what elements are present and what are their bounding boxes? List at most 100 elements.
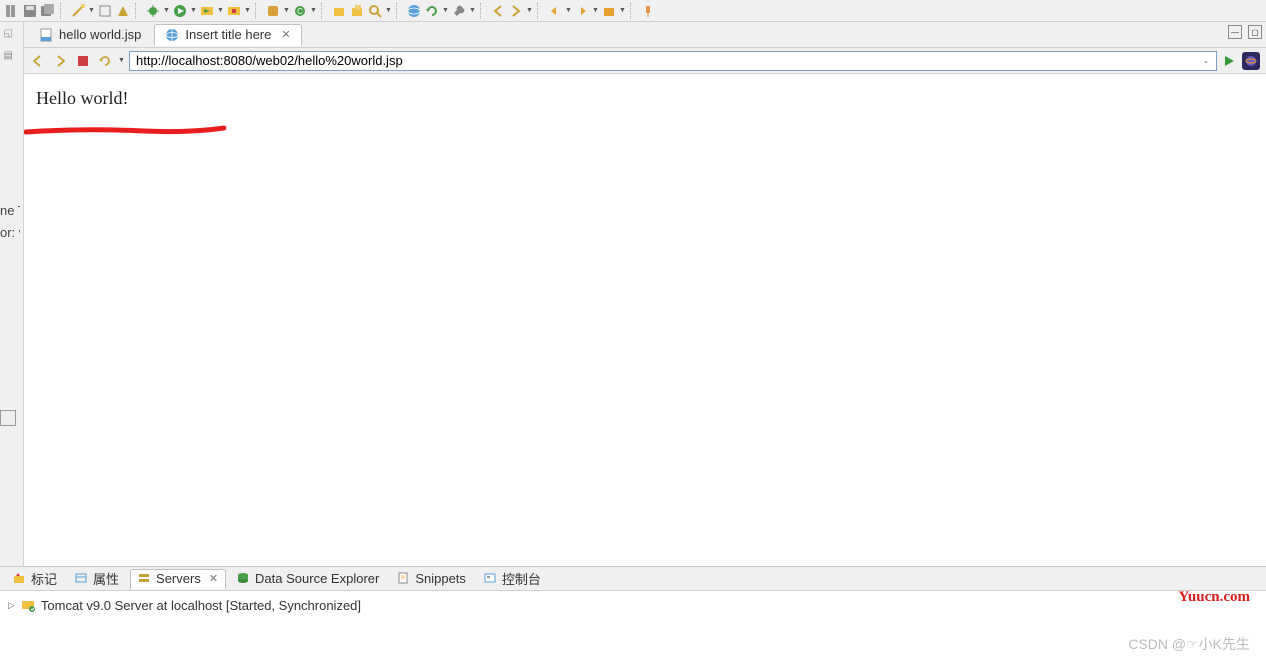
separator (60, 3, 66, 19)
expand-icon[interactable]: ▷ (8, 600, 15, 611)
dropdown-arrow[interactable]: ▼ (163, 7, 170, 14)
tabs-right-controls: — ▢ (1228, 25, 1262, 39)
dropdown-arrow[interactable]: ▼ (244, 7, 251, 14)
tab-jsp-file[interactable]: hello world.jsp (28, 24, 152, 46)
console-icon (484, 572, 498, 586)
separator (537, 3, 543, 19)
browser-toolbar: ▼ ⌄ (24, 48, 1266, 74)
workspace: ◱ ▤ hello world.jsp Insert title here ✕ … (0, 22, 1266, 566)
tab-browser[interactable]: Insert title here ✕ (154, 24, 301, 46)
server-row-text[interactable]: Tomcat v9.0 Server at localhost [Started… (41, 598, 361, 613)
forward-icon[interactable] (574, 3, 590, 19)
new-class-icon[interactable]: C (292, 3, 308, 19)
clipped-panel-text: ne T or: v (0, 200, 20, 244)
jsp-file-icon (39, 28, 53, 42)
back-icon[interactable] (547, 3, 563, 19)
wand-icon[interactable] (70, 3, 86, 19)
restore-icon[interactable]: ◱ (4, 28, 20, 44)
sync-icon[interactable] (424, 3, 440, 19)
dropdown-arrow[interactable]: ▼ (88, 7, 95, 14)
dropdown-arrow[interactable]: ▼ (385, 7, 392, 14)
bottom-tabs: 标记 属性 Servers ✕ Data Source Explorer Sni… (0, 567, 1266, 591)
tab-properties[interactable]: 属性 (68, 569, 126, 589)
bottom-panel: 标记 属性 Servers ✕ Data Source Explorer Sni… (0, 566, 1266, 619)
separator (321, 3, 327, 19)
wrench-icon[interactable] (451, 3, 467, 19)
refresh-button[interactable] (96, 52, 114, 70)
servers-icon (138, 572, 152, 586)
markers-icon (13, 572, 27, 586)
dropdown-arrow[interactable]: ▼ (283, 7, 290, 14)
outline-icon[interactable]: ▤ (4, 50, 20, 66)
nav-next-icon[interactable] (508, 3, 524, 19)
save-all-icon[interactable] (40, 3, 56, 19)
dropdown-arrow[interactable]: ▼ (190, 7, 197, 14)
dropdown-arrow[interactable]: ▼ (619, 7, 626, 14)
servers-view-body: ▷ Tomcat v9.0 Server at localhost [Start… (0, 591, 1266, 619)
url-field[interactable] (129, 51, 1217, 71)
main-toolbar: ▼ ▼ ▼ ▼ ▼ ▼ C ▼ ▼ ▼ ▼ ▼ ▼ ▼ ▼ (0, 0, 1266, 22)
pin-icon[interactable] (640, 3, 656, 19)
tab-label: Insert title here (185, 27, 271, 42)
open-type-icon[interactable] (349, 3, 365, 19)
tomcat-server-icon (21, 598, 35, 612)
dropdown-arrow[interactable]: ▼ (310, 7, 317, 14)
database-icon (237, 572, 251, 586)
go-button[interactable] (1220, 52, 1238, 70)
toolbar-icon[interactable] (4, 3, 20, 19)
dropdown-arrow[interactable]: ▼ (526, 7, 533, 14)
new-package-icon[interactable] (265, 3, 281, 19)
tab-console[interactable]: 控制台 (477, 569, 548, 589)
dropdown-arrow[interactable]: ▼ (442, 7, 449, 14)
dropdown-arrow[interactable]: ▼ (118, 57, 125, 64)
close-icon[interactable]: ✕ (209, 572, 218, 585)
watermark-csdn: CSDN @☞小K先生 (1128, 634, 1250, 654)
dropdown-arrow[interactable]: ▼ (217, 7, 224, 14)
dropdown-arrow[interactable]: ▼ (565, 7, 572, 14)
dropdown-arrow[interactable]: ▼ (592, 7, 599, 14)
toolbar-icon[interactable] (115, 3, 131, 19)
nav-prev-icon[interactable] (490, 3, 506, 19)
dropdown-arrow[interactable]: ▼ (469, 7, 476, 14)
snippets-icon (397, 572, 411, 586)
run-server-icon[interactable] (199, 3, 215, 19)
browser-content: Hello world! (24, 74, 1266, 566)
tab-markers[interactable]: 标记 (6, 569, 64, 589)
page-text: Hello world! (36, 88, 1254, 109)
clipped-panel-icon (0, 410, 16, 426)
eclipse-icon[interactable] (1242, 52, 1260, 70)
save-icon[interactable] (22, 3, 38, 19)
tab-servers[interactable]: Servers ✕ (130, 569, 226, 589)
debug-icon[interactable] (145, 3, 161, 19)
separator (396, 3, 402, 19)
globe-icon (165, 28, 179, 42)
maximize-view-icon[interactable]: ▢ (1248, 25, 1262, 39)
open-type-icon[interactable] (331, 3, 347, 19)
properties-icon (75, 572, 89, 586)
svg-text:C: C (297, 7, 303, 16)
toolbar-icon[interactable] (97, 3, 113, 19)
separator (255, 3, 261, 19)
editor-tabs: hello world.jsp Insert title here ✕ — ▢ (24, 22, 1266, 48)
nav-back-button[interactable] (30, 52, 48, 70)
nav-forward-button[interactable] (52, 52, 70, 70)
stop-button[interactable] (74, 52, 92, 70)
separator (480, 3, 486, 19)
minimize-view-icon[interactable]: — (1228, 25, 1242, 39)
separator (135, 3, 141, 19)
search-icon[interactable] (367, 3, 383, 19)
tab-label: hello world.jsp (59, 27, 141, 42)
stop-server-icon[interactable] (226, 3, 242, 19)
left-gutter: ◱ ▤ (0, 22, 24, 566)
annotation-underline (24, 124, 234, 142)
toolbar-icon[interactable] (601, 3, 617, 19)
tab-snippets[interactable]: Snippets (390, 569, 473, 589)
url-history-dropdown[interactable]: ⌄ (1203, 57, 1210, 65)
tab-data-source-explorer[interactable]: Data Source Explorer (230, 569, 386, 589)
close-icon[interactable]: ✕ (281, 28, 290, 41)
editor-area: hello world.jsp Insert title here ✕ — ▢ … (24, 22, 1266, 566)
run-icon[interactable] (172, 3, 188, 19)
watermark-yuucn: Yuucn.com (1178, 589, 1250, 606)
browser-icon[interactable] (406, 3, 422, 19)
separator (630, 3, 636, 19)
